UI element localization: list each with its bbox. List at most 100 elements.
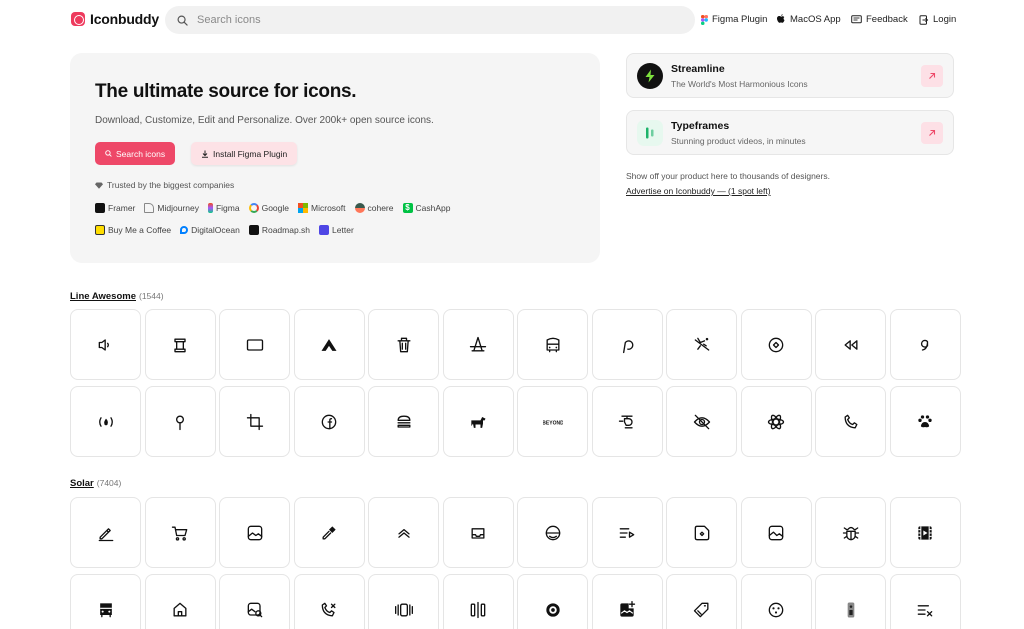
icon-tile[interactable]	[517, 574, 588, 629]
brand-framer: Framer	[95, 203, 135, 213]
icon-tile[interactable]	[442, 497, 514, 568]
icon-tile[interactable]	[144, 497, 216, 568]
icon-tile[interactable]	[815, 309, 886, 380]
gallery-search-icon	[247, 602, 262, 617]
search-bar[interactable]	[165, 6, 695, 34]
icon-tile[interactable]	[740, 574, 812, 629]
microsoft-icon	[298, 203, 309, 213]
nav-login[interactable]: Login	[919, 14, 956, 25]
icon-tile[interactable]	[740, 386, 812, 457]
icon-tile[interactable]	[368, 497, 439, 568]
double-chevron-up-icon	[397, 528, 410, 538]
midjourney-icon	[144, 203, 155, 213]
icon-tile[interactable]	[293, 574, 365, 629]
nav-macos-app[interactable]: MacOS App	[776, 14, 841, 25]
icon-tile[interactable]	[889, 497, 961, 568]
icon-tile[interactable]	[144, 386, 216, 457]
advertise-link[interactable]: Advertise on Iconbuddy — (1 spot left)	[626, 186, 771, 196]
icon-tile[interactable]	[666, 309, 737, 380]
sponsor-card-typeframes[interactable]: Typeframes Stunning product videos, in m…	[626, 110, 954, 155]
install-figma-plugin-button[interactable]: Install Figma Plugin	[191, 142, 298, 165]
icon-set-count: (1544)	[139, 291, 164, 301]
scroll-icon	[174, 338, 186, 352]
icon-tile[interactable]	[219, 309, 290, 380]
hero-subtitle: Download, Customize, Edit and Personaliz…	[95, 115, 434, 126]
icon-tile[interactable]	[591, 574, 663, 629]
disc-icon	[545, 602, 560, 617]
typeframes-logo-icon	[637, 120, 663, 146]
advertise-text: Show off your product here to thousands …	[626, 171, 830, 181]
icon-set-name[interactable]: Line Awesome	[70, 291, 136, 302]
icon-tile[interactable]	[219, 574, 290, 629]
search-icons-button[interactable]: Search icons	[95, 142, 176, 165]
cart-icon	[171, 526, 188, 541]
icon-tile[interactable]	[889, 574, 961, 629]
icon-tile[interactable]	[293, 497, 365, 568]
icon-tile[interactable]	[368, 574, 439, 629]
smile-icon	[545, 525, 560, 540]
nav-figma-plugin[interactable]: Figma Plugin	[701, 14, 767, 25]
hero-title: The ultimate source for icons.	[95, 81, 357, 102]
search-input[interactable]	[197, 14, 677, 26]
icon-tile[interactable]	[70, 309, 141, 380]
icon-tile[interactable]	[889, 309, 961, 380]
inbox-icon	[471, 527, 485, 539]
bus-front-icon	[99, 602, 112, 617]
icon-tile[interactable]	[740, 309, 812, 380]
icon-tile[interactable]	[591, 309, 663, 380]
wallet-icon	[768, 525, 784, 540]
icon-tile[interactable]	[70, 386, 141, 457]
facebook-icon	[321, 414, 337, 429]
paw-icon	[918, 414, 932, 427]
icon-tile[interactable]	[368, 386, 439, 457]
icon-tile[interactable]	[70, 574, 141, 629]
icon-tile[interactable]	[144, 309, 216, 380]
horse-icon	[471, 416, 486, 428]
external-link-icon[interactable]	[921, 122, 943, 144]
sponsor-subtitle: The World's Most Harmonious Icons	[671, 79, 808, 89]
icon-tile[interactable]	[368, 309, 439, 380]
film-icon	[918, 525, 932, 540]
icon-tile[interactable]	[740, 497, 812, 568]
brands-row-2: Buy Me a Coffee DigitalOcean Roadmap.sh …	[95, 225, 585, 235]
icon-set-header: Line Awesome (1544)	[70, 291, 164, 302]
icon-tile[interactable]	[815, 386, 886, 457]
icon-tile[interactable]	[889, 386, 961, 457]
icon-tile[interactable]	[666, 574, 737, 629]
icon-tile[interactable]	[144, 574, 216, 629]
logo[interactable]: Iconbuddy	[71, 11, 159, 27]
sponsor-title: Streamline	[671, 63, 725, 75]
caravan-icon	[321, 338, 337, 351]
diamond-icon	[95, 182, 103, 189]
icon-tile[interactable]	[591, 497, 663, 568]
icon-set-name[interactable]: Solar	[70, 478, 94, 489]
coffee-icon	[95, 225, 105, 235]
icon-tile[interactable]	[442, 386, 514, 457]
map-pin-icon	[176, 415, 184, 430]
nav-feedback[interactable]: Feedback	[851, 14, 908, 25]
logo-mark-icon	[71, 12, 85, 26]
icon-tile[interactable]	[517, 497, 588, 568]
login-icon	[919, 14, 929, 25]
icon-tile[interactable]	[591, 386, 663, 457]
icon-tile[interactable]	[517, 309, 588, 380]
pen-icon	[98, 527, 113, 541]
icon-tile[interactable]	[70, 497, 141, 568]
icon-tile[interactable]	[815, 497, 886, 568]
brand-letter: Letter	[319, 225, 354, 235]
monument-icon	[469, 336, 487, 351]
icon-tile[interactable]	[219, 497, 290, 568]
sponsor-card-streamline[interactable]: Streamline The World's Most Harmonious I…	[626, 53, 954, 98]
brand-roadmap: Roadmap.sh	[248, 225, 310, 235]
icon-tile[interactable]	[442, 309, 514, 380]
icon-tile[interactable]	[219, 386, 290, 457]
icon-tile[interactable]	[815, 574, 886, 629]
icon-tile[interactable]	[442, 574, 514, 629]
sticker-icon	[694, 525, 709, 540]
icon-tile[interactable]	[293, 309, 365, 380]
icon-tile[interactable]	[666, 386, 737, 457]
external-link-icon[interactable]	[921, 65, 943, 87]
icon-tile[interactable]	[293, 386, 365, 457]
icon-tile[interactable]	[666, 497, 737, 568]
icon-tile[interactable]: BEYOND	[517, 386, 588, 457]
